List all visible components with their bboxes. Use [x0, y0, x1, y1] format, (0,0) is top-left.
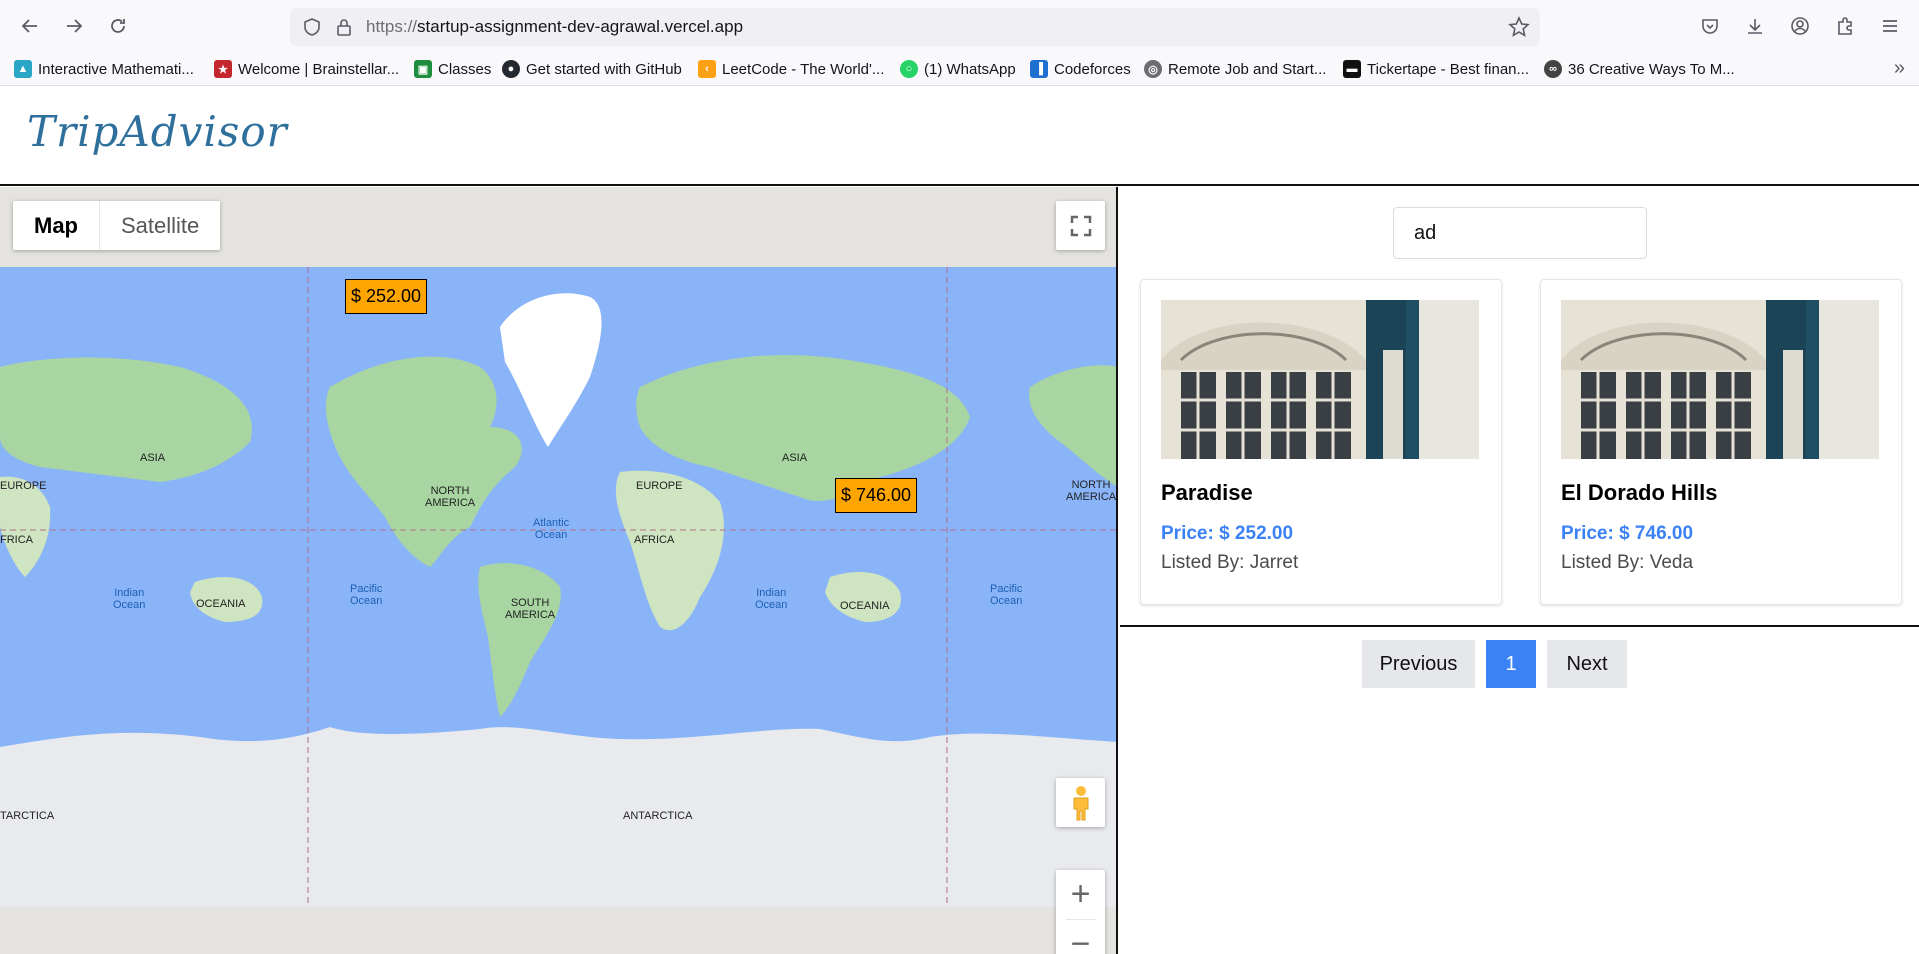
bookmark-item[interactable]: ▐ Codeforces	[1030, 58, 1131, 80]
bookmark-label: Remote Job and Start...	[1168, 60, 1327, 78]
map-label-oceania: OCEANIA	[196, 598, 246, 610]
url-host: startup-assignment-dev-agrawal.vercel.ap…	[417, 17, 744, 36]
back-icon[interactable]	[10, 6, 50, 46]
bookmark-favicon-icon: ★	[214, 60, 232, 78]
forward-icon[interactable]	[54, 6, 94, 46]
bookmark-label: (1) WhatsApp	[924, 60, 1016, 78]
app-header: TripAdvisor	[0, 87, 1919, 186]
menu-icon[interactable]	[1870, 6, 1910, 46]
map-label-africa: FRICA	[0, 534, 33, 546]
zoom-control: + −	[1056, 870, 1105, 954]
bookmarks-bar: ▲ Interactive Mathemati... ★ Welcome | Bra…	[0, 52, 1919, 86]
map-label-africa-center: AFRICA	[634, 534, 675, 546]
pegman-icon	[1073, 785, 1088, 820]
reload-icon[interactable]	[98, 6, 138, 46]
downloads-icon[interactable]	[1735, 6, 1775, 46]
leetcode-icon: ‹	[698, 60, 716, 78]
map-panel[interactable]: ASIA EUROPE FRICA Indian Ocean OCEANIA T…	[0, 187, 1118, 954]
fullscreen-icon	[1070, 215, 1091, 236]
lock-icon[interactable]	[334, 17, 354, 37]
bookmark-label: Welcome | Brainstellar...	[238, 60, 400, 78]
previous-page-button[interactable]: Previous	[1362, 640, 1475, 688]
shield-icon[interactable]	[302, 17, 322, 37]
map-label-antarctica: TARCTICA	[0, 810, 55, 822]
bookmark-favicon-icon: ▣	[414, 60, 432, 78]
logo[interactable]: TripAdvisor	[27, 107, 288, 156]
map-label-north-america: NORTH AMERICA	[425, 485, 476, 509]
map-label-oceania-center: OCEANIA	[840, 600, 890, 612]
map-type-map-button[interactable]: Map	[13, 201, 100, 250]
url-bar[interactable]: https://startup-assignment-dev-agrawal.v…	[290, 8, 1540, 46]
pocket-icon[interactable]	[1690, 6, 1730, 46]
page-number-button[interactable]: 1	[1486, 640, 1536, 688]
bookmark-item[interactable]: ‹ LeetCode - The World'...	[698, 58, 884, 80]
bookmark-item[interactable]: ★ Welcome | Brainstellar...	[214, 58, 399, 80]
map-label-north-america-right: NORTH AMERICA	[1066, 479, 1117, 503]
map-label-south-america: SOUTH AMERICA	[505, 597, 556, 621]
bookmark-favicon-icon: ▲	[14, 60, 32, 78]
map-label-europe: EUROPE	[0, 480, 47, 492]
world-map[interactable]	[0, 267, 1118, 907]
bookmark-label: Interactive Mathemati...	[38, 60, 194, 78]
map-label-antarctica-center: ANTARCTICA	[623, 810, 693, 822]
bookmark-label: Tickertape - Best finan...	[1367, 60, 1530, 78]
bookmark-label: Codeforces	[1054, 60, 1131, 78]
bookmark-item[interactable]: ∞ 36 Creative Ways To M...	[1544, 58, 1735, 80]
listing-owner: Listed By: Jarret	[1161, 552, 1299, 573]
url-text[interactable]: https://startup-assignment-dev-agrawal.v…	[366, 17, 743, 37]
infinity-icon: ∞	[1544, 60, 1562, 78]
bookmark-item[interactable]: ● Get started with GitHub	[502, 58, 682, 80]
whatsapp-icon: ○	[900, 60, 918, 78]
street-view-pegman[interactable]	[1056, 778, 1105, 827]
map-type-control: Map Satellite	[13, 201, 221, 250]
bookmark-item[interactable]: ○ (1) WhatsApp	[900, 58, 1016, 80]
search-input[interactable]: ad	[1393, 207, 1647, 259]
map-label-pacific-ocean: Pacific Ocean	[350, 583, 383, 607]
url-protocol: https://	[366, 17, 418, 36]
pagination: Previous 1 Next	[1120, 640, 1919, 690]
bookmark-label: LeetCode - The World'...	[722, 60, 885, 78]
listing-price: Price: $ 746.00	[1561, 523, 1694, 544]
map-label-europe-center: EUROPE	[636, 480, 683, 492]
bookmark-label: Get started with GitHub	[526, 60, 682, 78]
map-label-asia: ASIA	[140, 452, 166, 464]
price-marker[interactable]: $ 252.00	[345, 279, 428, 314]
browser-toolbar: https://startup-assignment-dev-agrawal.v…	[0, 0, 1919, 52]
bookmark-item[interactable]: ▣ Classes	[414, 58, 491, 80]
listing-image	[1161, 300, 1479, 459]
bookmarks-overflow-icon[interactable]: »	[1894, 57, 1905, 80]
bookmark-item[interactable]: ▲ Interactive Mathemati...	[14, 58, 194, 80]
bookmark-item[interactable]: ▬ Tickertape - Best finan...	[1343, 58, 1529, 80]
map-label-pacific-ocean-right: Pacific Ocean	[990, 583, 1023, 607]
map-label-asia-center: ASIA	[782, 452, 808, 464]
bookmark-label: Classes	[438, 60, 492, 78]
listing-image	[1561, 300, 1879, 459]
map-label-indian-ocean-center: Indian Ocean	[755, 587, 788, 611]
listings-panel: ad Paradise Price: $ 252.00 Listed By: J…	[1120, 187, 1919, 627]
zoom-in-icon[interactable]: +	[1056, 870, 1105, 919]
tickertape-icon: ▬	[1343, 60, 1361, 78]
listing-owner: Listed By: Veda	[1561, 552, 1694, 573]
next-page-button[interactable]: Next	[1547, 640, 1627, 688]
price-marker[interactable]: $ 746.00	[835, 478, 918, 513]
zoom-out-icon[interactable]: −	[1056, 920, 1105, 954]
map-label-indian-ocean: Indian Ocean	[113, 587, 146, 611]
account-icon[interactable]	[1780, 6, 1820, 46]
listing-price: Price: $ 252.00	[1161, 523, 1294, 544]
extensions-icon[interactable]	[1825, 6, 1865, 46]
bookmark-label: 36 Creative Ways To M...	[1568, 60, 1735, 78]
map-label-atlantic-ocean: Atlantic Ocean	[533, 517, 570, 541]
bookmark-star-icon[interactable]	[1508, 16, 1530, 38]
listing-title: Paradise	[1161, 480, 1253, 505]
globe-icon: ◎	[1144, 60, 1162, 78]
codeforces-icon: ▐	[1030, 60, 1048, 78]
listing-card[interactable]: El Dorado Hills Price: $ 746.00 Listed B…	[1540, 279, 1902, 605]
listing-title: El Dorado Hills	[1561, 480, 1718, 505]
github-icon: ●	[502, 60, 520, 78]
listing-card[interactable]: Paradise Price: $ 252.00 Listed By: Jarr…	[1140, 279, 1502, 605]
fullscreen-button[interactable]	[1056, 201, 1105, 250]
bookmark-item[interactable]: ◎ Remote Job and Start...	[1144, 58, 1326, 80]
map-type-satellite-button[interactable]: Satellite	[100, 201, 220, 250]
